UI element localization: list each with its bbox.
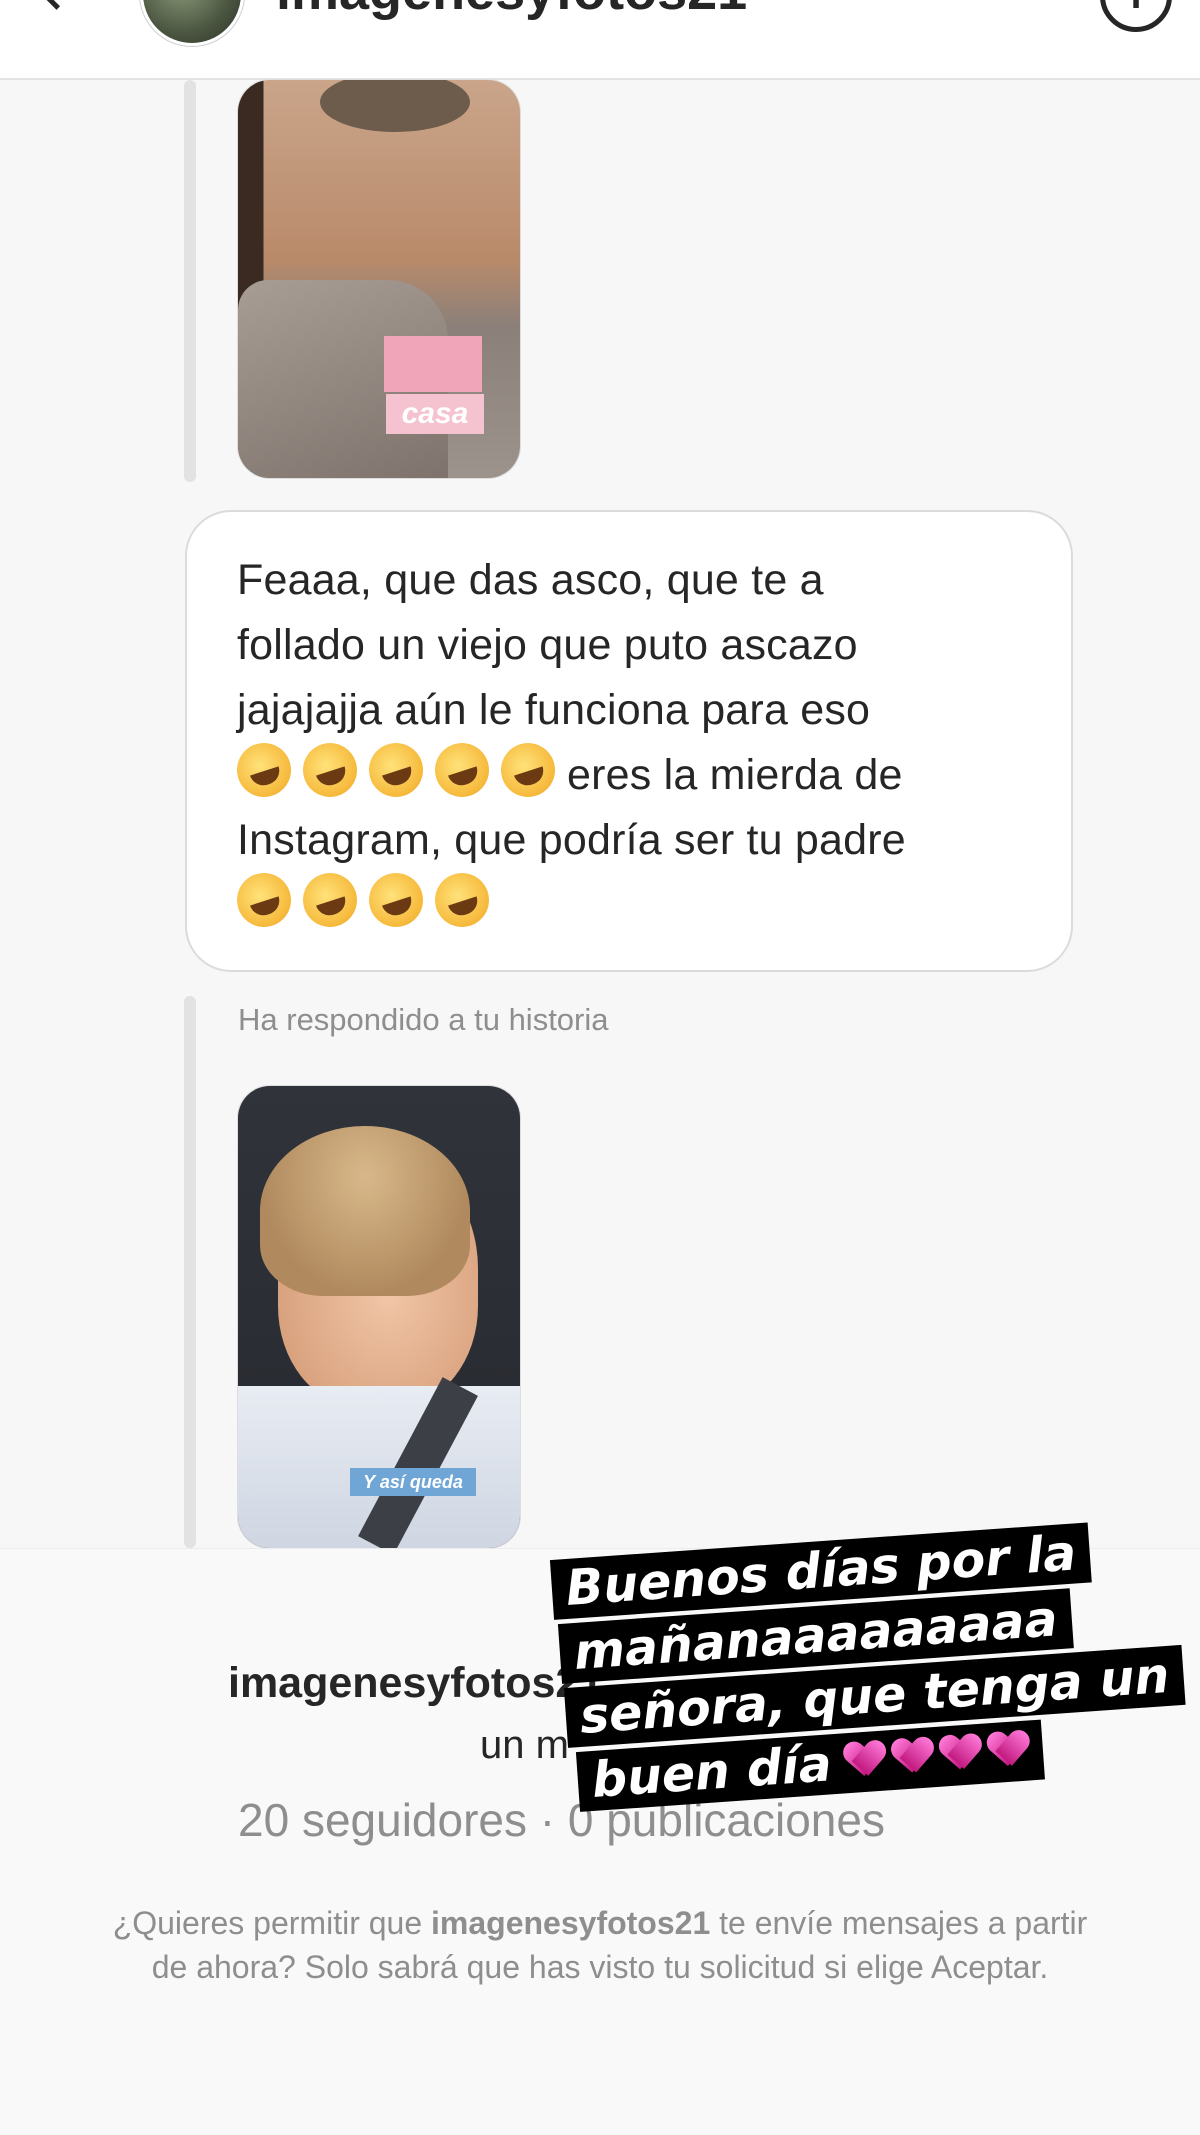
message-line: jajajajja aún le funciona para eso — [237, 686, 871, 734]
rolling-on-floor-laughing-icon — [295, 865, 365, 935]
rolling-on-floor-laughing-icon — [229, 865, 299, 935]
conversation-thread: casa Feaaa, que das asco, que te a folla… — [0, 80, 1200, 1548]
sparkling-heart-icon — [988, 1731, 1031, 1774]
sparkling-heart-icon — [940, 1734, 983, 1777]
request-permission-prefix: ¿Quieres permitir que — [112, 1905, 432, 1941]
rolling-on-floor-laughing-icon — [427, 735, 497, 805]
message-bubble[interactable]: Feaaa, que das asco, que te a follado un… — [185, 510, 1073, 972]
message-line: follado un viejo que puto ascazo — [237, 621, 858, 669]
story-reply-thumbnail[interactable]: Y así queda — [238, 1086, 520, 1548]
reply-indicator-bar — [184, 80, 196, 482]
rolling-on-floor-laughing-icon — [229, 735, 299, 805]
request-stats: 20 seguidores · 0 publicaciones — [238, 1794, 885, 1846]
request-permission-text: ¿Quieres permitir que imagenesyfotos21 t… — [100, 1901, 1100, 1989]
message-text: Feaaa, que das asco, que te a follado un… — [229, 548, 1037, 938]
request-permission-username: imagenesyfotos21 — [431, 1905, 711, 1941]
info-icon[interactable]: i — [1100, 0, 1172, 32]
sparkling-heart-icon — [892, 1737, 935, 1780]
rolling-on-floor-laughing-icon — [493, 735, 563, 805]
story-image-detail — [320, 80, 470, 132]
request-subtitle: un m — [480, 1723, 569, 1767]
request-username[interactable]: imagenesyfotos21 — [228, 1659, 603, 1708]
sparkling-heart-icon — [844, 1741, 887, 1784]
header-username[interactable]: imagenesyfotos21 — [276, 0, 747, 22]
rolling-on-floor-laughing-icon — [361, 865, 431, 935]
message-line: Instagram, que podría ser tu padre — [237, 816, 906, 864]
message-line — [229, 865, 1037, 938]
story-reply-thumbnail[interactable]: casa — [238, 80, 520, 478]
story-sticker-text: casa — [386, 394, 484, 434]
message-line: Feaaa, que das asco, que te a — [237, 556, 824, 604]
reply-indicator-bar — [184, 996, 196, 1548]
rolling-on-floor-laughing-icon — [427, 865, 497, 935]
avatar[interactable] — [140, 0, 244, 46]
message-line-text: eres la mierda de — [567, 751, 903, 799]
story-sticker-text: Y así queda — [350, 1468, 476, 1496]
chat-header: imagenesyfotos21 i — [0, 0, 1200, 80]
story-image-detail — [260, 1126, 470, 1296]
story-reply-caption: Ha respondido a tu historia — [238, 1002, 609, 1037]
rolling-on-floor-laughing-icon — [361, 735, 431, 805]
back-arrow-icon[interactable] — [33, 0, 80, 10]
story-sticker — [384, 336, 482, 392]
rolling-on-floor-laughing-icon — [295, 735, 365, 805]
message-line: eres la mierda de — [229, 735, 1037, 808]
